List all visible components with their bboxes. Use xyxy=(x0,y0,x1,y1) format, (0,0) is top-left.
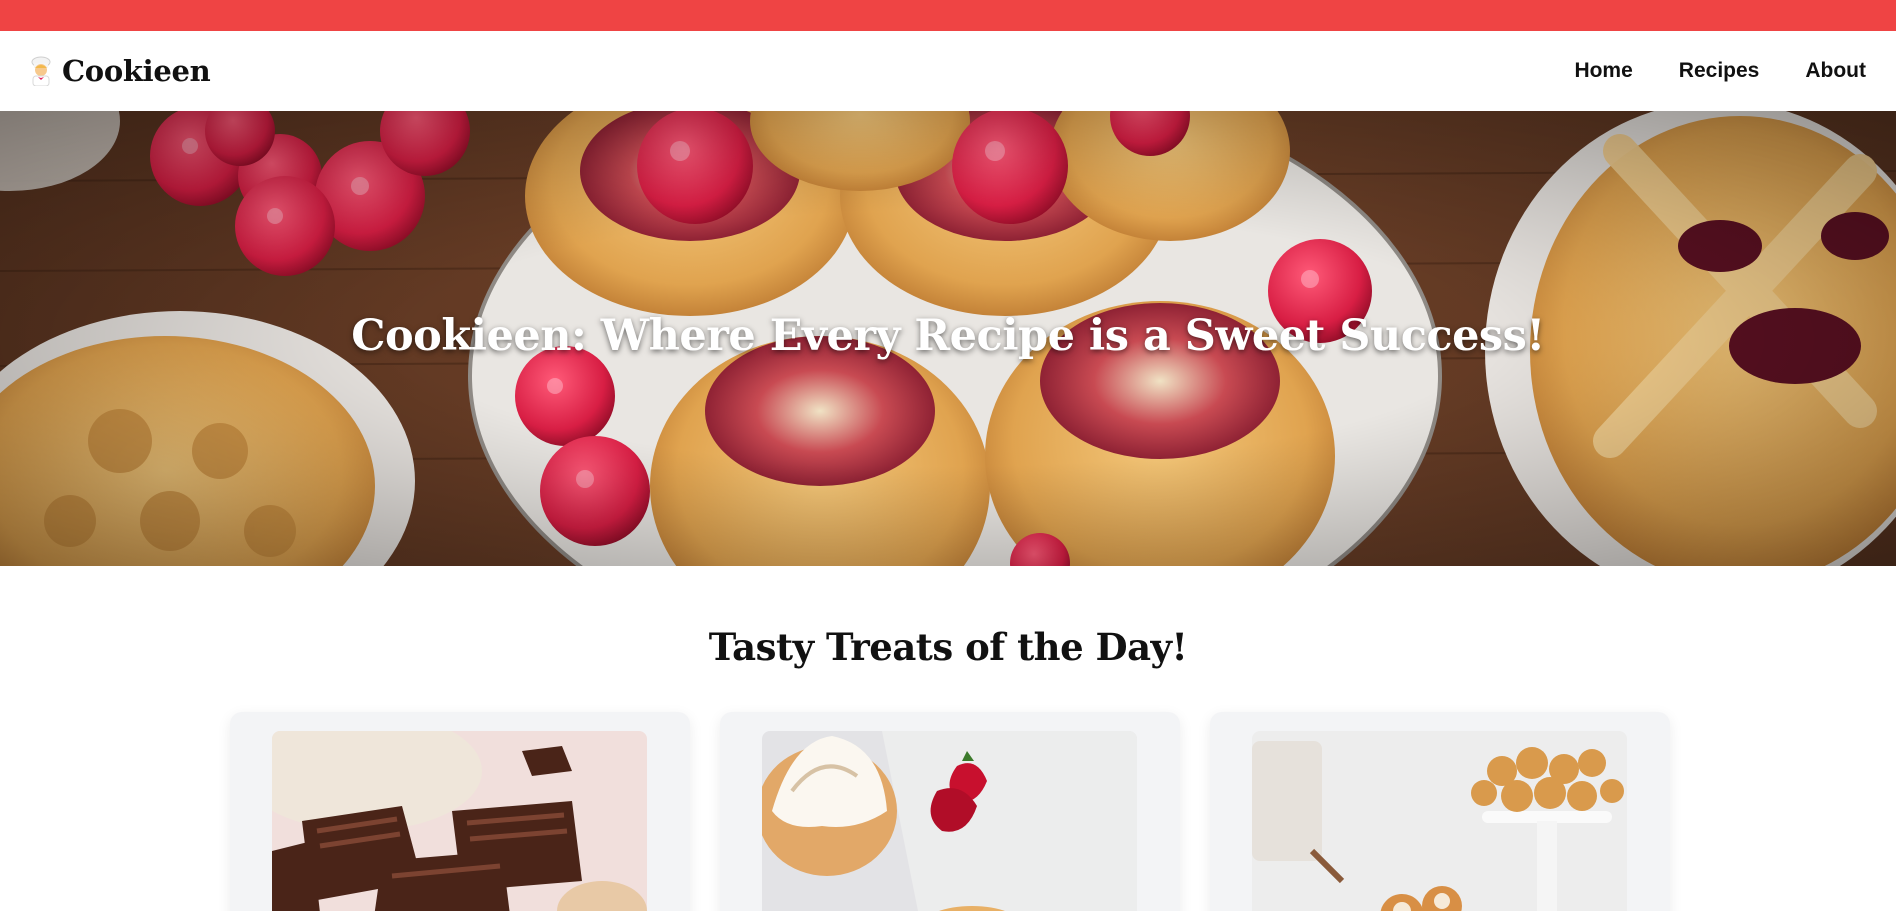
brand-logo[interactable]: Cookieen xyxy=(28,54,211,88)
recipe-card[interactable] xyxy=(1210,712,1670,911)
chef-emoji-icon xyxy=(28,56,54,87)
recipe-card[interactable] xyxy=(720,712,1180,911)
nav-link-recipes[interactable]: Recipes xyxy=(1679,59,1760,83)
recipe-card[interactable] xyxy=(230,712,690,911)
mini-donuts-image[interactable] xyxy=(1252,731,1627,911)
brand-name: Cookieen xyxy=(62,54,211,88)
nav-link-home[interactable]: Home xyxy=(1574,59,1632,83)
top-accent-bar xyxy=(0,0,1896,31)
navbar: Cookieen Home Recipes About xyxy=(0,31,1896,111)
section-title: Tasty Treats of the Day! xyxy=(708,625,1188,669)
recipe-cards xyxy=(230,712,1670,911)
nav-link-about[interactable]: About xyxy=(1805,59,1866,83)
nav-links: Home Recipes About xyxy=(1574,59,1868,83)
chocolate-brownies-image[interactable] xyxy=(272,731,647,911)
hero-banner: Cookieen: Where Every Recipe is a Sweet … xyxy=(0,111,1896,566)
hero-title: Cookieen: Where Every Recipe is a Sweet … xyxy=(351,311,1545,361)
meringue-tart-strawberry-image[interactable] xyxy=(762,731,1137,911)
